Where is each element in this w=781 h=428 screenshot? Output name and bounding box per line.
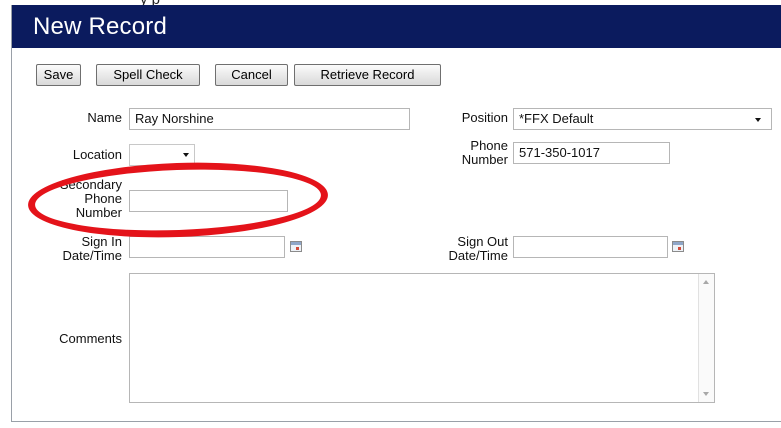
secondary-phone-label-line1: Secondary — [59, 177, 122, 192]
sign-in-label-line1: Sign In — [81, 234, 122, 249]
new-record-window: New Record Save Spell Check Cancel Retri… — [11, 5, 781, 422]
chevron-down-icon — [755, 118, 761, 122]
position-label: Position — [461, 110, 508, 125]
calendar-icon[interactable] — [290, 241, 302, 252]
titlebar: New Record — [12, 5, 781, 48]
comments-scrollbar[interactable] — [698, 274, 714, 402]
location-label: Location — [72, 147, 122, 162]
scroll-down-icon[interactable] — [703, 392, 709, 396]
comments-label: Comments — [59, 331, 122, 346]
sign-out-label-line2: Date/Time — [448, 248, 508, 263]
sign-in-label-line2: Date/Time — [62, 248, 122, 263]
scroll-up-icon[interactable] — [703, 280, 709, 284]
name-field[interactable]: Ray Norshine — [129, 108, 410, 130]
position-select-value: *FFX Default — [519, 111, 594, 126]
phone-label-line1: Phone — [470, 138, 508, 153]
secondary-phone-label: Secondary Phone Number — [32, 178, 122, 220]
secondary-phone-field[interactable] — [129, 190, 288, 212]
name-label: Name — [87, 110, 122, 125]
sign-out-label: Sign Out Date/Time — [418, 235, 508, 263]
position-select[interactable]: *FFX Default — [513, 108, 772, 130]
spell-check-button[interactable]: Spell Check — [96, 64, 200, 86]
chevron-down-icon — [183, 153, 189, 157]
calendar-icon[interactable] — [672, 241, 684, 252]
phone-number-label: Phone Number — [432, 139, 508, 167]
secondary-phone-label-line3: Number — [75, 205, 122, 220]
cancel-button[interactable]: Cancel — [215, 64, 288, 86]
save-button[interactable]: Save — [36, 64, 81, 86]
phone-label-line2: Number — [461, 152, 508, 167]
phone-number-field[interactable]: 571-350-1017 — [513, 142, 670, 164]
sign-out-datetime-field[interactable] — [513, 236, 668, 258]
secondary-phone-label-line2: Phone — [84, 191, 122, 206]
sign-in-label: Sign In Date/Time — [32, 235, 122, 263]
sign-out-label-line1: Sign Out — [457, 234, 508, 249]
comments-textarea[interactable] — [129, 273, 715, 403]
window-title: New Record — [33, 13, 168, 40]
sign-in-datetime-field[interactable] — [129, 236, 285, 258]
retrieve-record-button[interactable]: Retrieve Record — [294, 64, 441, 86]
